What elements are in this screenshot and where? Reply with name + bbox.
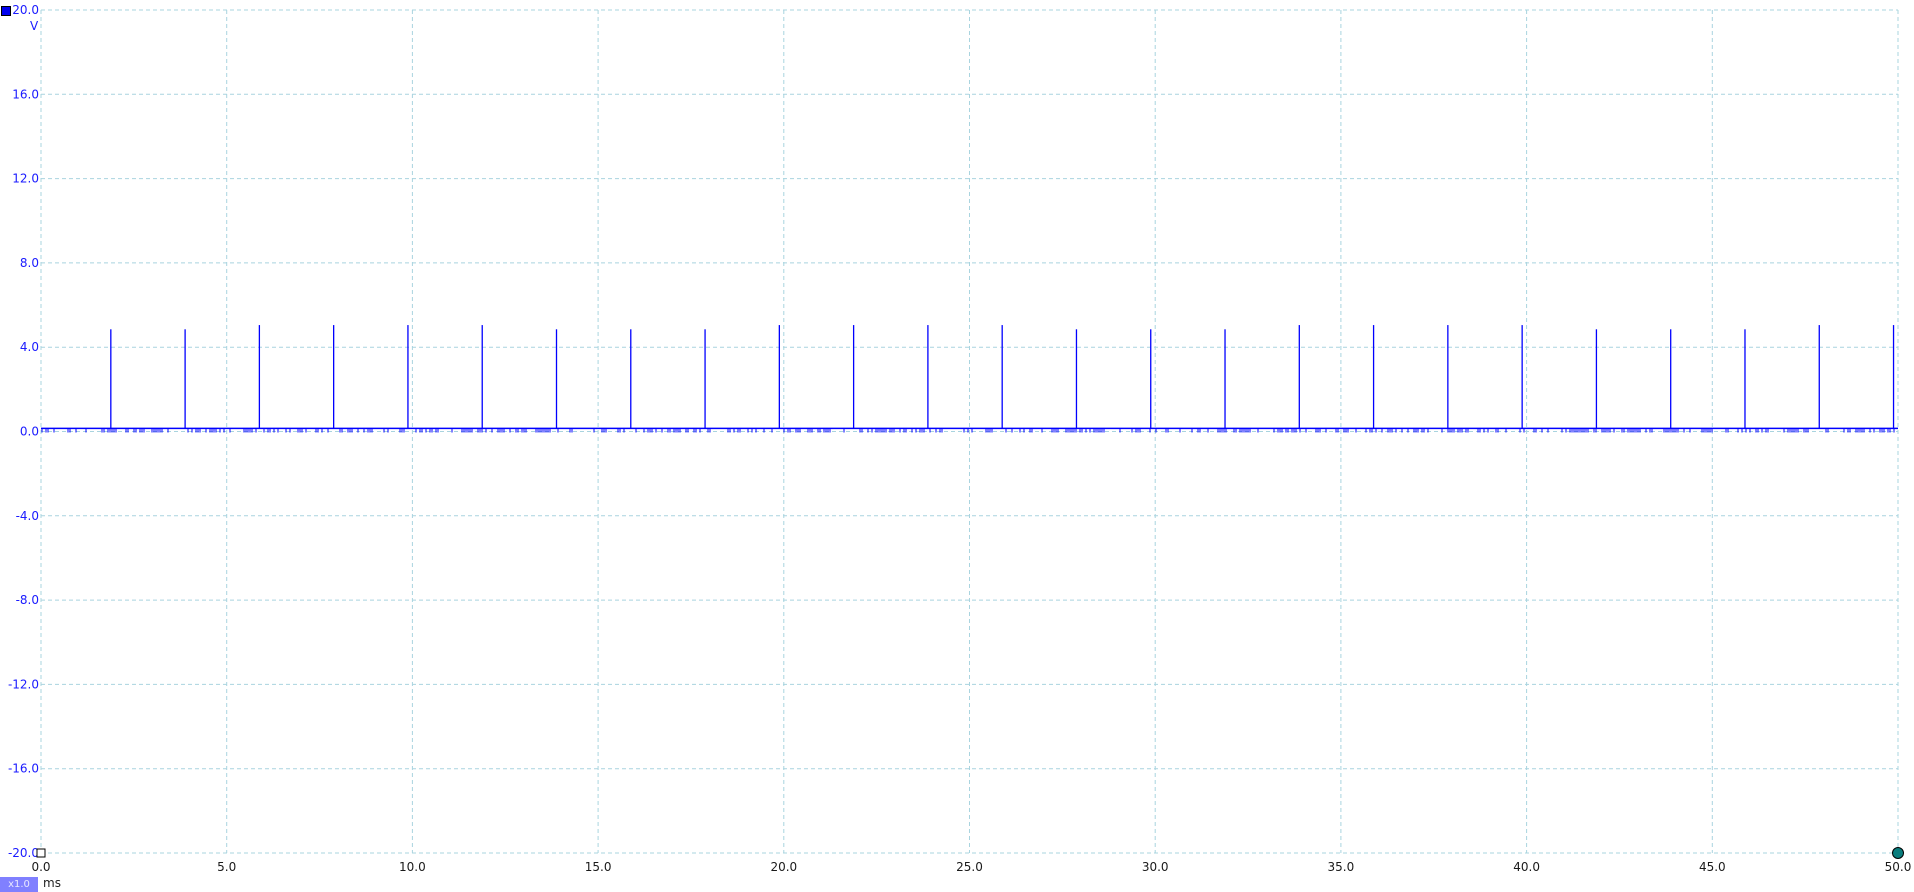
x-tick-label: 35.0 [1328, 860, 1355, 874]
trigger-marker[interactable] [36, 848, 46, 858]
y-tick-label: 20.0 [12, 3, 39, 17]
y-tick-label: -12.0 [8, 677, 39, 691]
y-tick-label: 12.0 [12, 172, 39, 186]
x-tick-label: 50.0 [1885, 860, 1912, 874]
y-tick-label: -20.0 [8, 846, 39, 860]
x-tick-label: 5.0 [217, 860, 236, 874]
x-tick-label: 20.0 [770, 860, 797, 874]
y-tick-label: -4.0 [16, 509, 39, 523]
y-tick-label: -16.0 [8, 762, 39, 776]
y-tick-label: 8.0 [20, 256, 39, 270]
x-tick-label: 40.0 [1513, 860, 1540, 874]
y-tick-label: 0.0 [20, 425, 39, 439]
time-cursor-handle[interactable] [1892, 847, 1904, 859]
x-tick-label: 45.0 [1699, 860, 1726, 874]
x-tick-label: 15.0 [585, 860, 612, 874]
x-scale-badge[interactable]: x1.0 [0, 877, 38, 892]
x-tick-label: 30.0 [1142, 860, 1169, 874]
oscilloscope-plot: 0.0 5.0 10.0 15.0 20.0 25.0 30.0 35.0 40.0 45.0 50… [8, 3, 1912, 874]
x-tick-label: 25.0 [956, 860, 983, 874]
y-tick-label: -8.0 [16, 593, 39, 607]
x-tick-label: 10.0 [399, 860, 426, 874]
x-tick-label: 0.0 [31, 860, 50, 874]
x-axis-unit: ms [43, 876, 61, 890]
y-tick-label: 4.0 [20, 340, 39, 354]
y-tick-label: 16.0 [12, 87, 39, 101]
